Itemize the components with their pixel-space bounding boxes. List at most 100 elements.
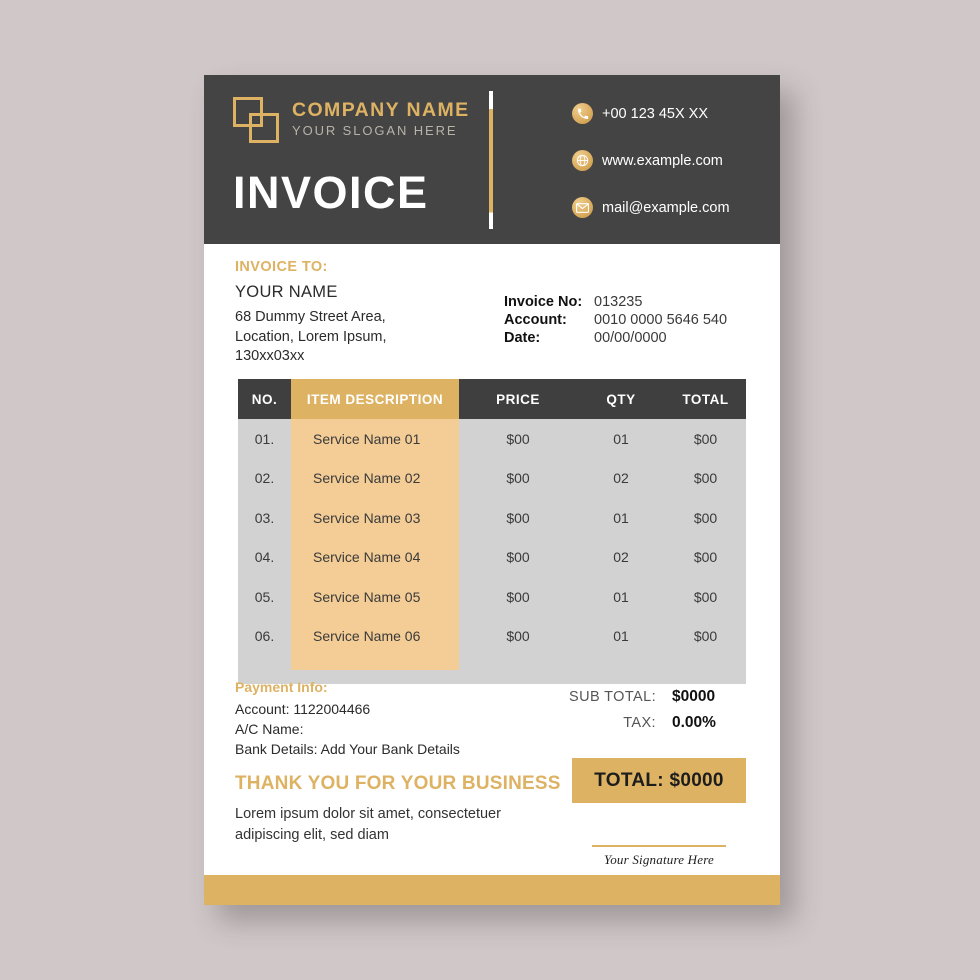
cell-description: Service Name 04 [291, 537, 459, 577]
bill-to-title: INVOICE TO: [235, 259, 328, 275]
thank-you-block: THANK YOU FOR YOUR BUSINESS Lorem ipsum … [235, 773, 565, 845]
cell-price: $00 [506, 509, 530, 526]
envelope-icon [572, 197, 593, 218]
cell-price: $00 [506, 430, 530, 447]
invoice-meta-block: Invoice No: 013235 Account: 0010 0000 56… [504, 294, 727, 346]
contact-website-text: www.example.com [602, 152, 723, 169]
table-body: 01. Service Name 01 $00 01 $00 02. Servi… [238, 419, 746, 684]
logo-square-bottom-right [249, 113, 279, 143]
bill-to-address-line-3: 130xx03xx [235, 348, 305, 365]
company-name: COMPANY NAME [292, 99, 470, 122]
footer-accent-bar [204, 875, 780, 905]
thank-you-title: THANK YOU FOR YOUR BUSINESS [235, 773, 561, 794]
line-items-table: NO. ITEM DESCRIPTION PRICE QTY TOTAL 01.… [238, 379, 746, 684]
cell-no: 06. [254, 628, 275, 645]
cell-description: Service Name 03 [291, 498, 459, 538]
invoice-no-label: Invoice No: [504, 294, 583, 310]
filler-total [665, 656, 746, 670]
contact-phone-text: +00 123 45X XX [602, 105, 709, 122]
cell-description: Service Name 06 [291, 616, 459, 656]
table-row[interactable]: 01. Service Name 01 $00 01 $00 [238, 419, 746, 459]
cell-description: Service Name 05 [291, 577, 459, 617]
payment-info-title: Payment Info: [235, 679, 328, 695]
cell-qty: 01 [613, 430, 629, 447]
filler-price [459, 656, 577, 670]
cell-no: 05. [254, 588, 275, 605]
bill-to-address: 68 Dummy Street Area, Location, Lorem Ip… [235, 308, 485, 367]
phone-icon [572, 103, 593, 124]
table-row[interactable]: 04. Service Name 04 $00 02 $00 [238, 537, 746, 577]
thank-you-line-1: Lorem ipsum dolor sit amet, consectetuer [235, 806, 501, 822]
cell-description: Service Name 01 [291, 419, 459, 459]
column-header-description: ITEM DESCRIPTION [291, 379, 459, 419]
signature-block: Your Signature Here [592, 845, 726, 868]
cell-total: $00 [693, 470, 718, 487]
thank-you-body: Lorem ipsum dolor sit amet, consectetuer… [235, 804, 565, 845]
filler-no [238, 656, 291, 670]
cell-qty: 02 [613, 549, 629, 566]
cell-price: $00 [506, 588, 530, 605]
cell-qty: 01 [613, 588, 629, 605]
column-header-no: NO. [251, 391, 278, 407]
tax-row: TAX: 0.00% [534, 714, 746, 732]
cell-no: 02. [254, 470, 275, 487]
invoice-no-value: 013235 [594, 294, 643, 310]
payment-info-block: Payment Info: Account: 1122004466 A/C Na… [235, 679, 525, 760]
column-header-total: TOTAL [682, 391, 729, 407]
date-label: Date: [504, 330, 541, 346]
table-row[interactable]: 05. Service Name 05 $00 01 $00 [238, 577, 746, 617]
table-row[interactable]: 06. Service Name 06 $00 01 $00 [238, 616, 746, 656]
cell-total: $00 [693, 430, 718, 447]
cell-no: 01. [254, 430, 275, 447]
company-logo-text: COMPANY NAME YOUR SLOGAN HERE [292, 99, 470, 141]
page-title: INVOICE [233, 167, 429, 218]
company-slogan: YOUR SLOGAN HERE [292, 123, 458, 139]
cell-price: $00 [506, 549, 530, 566]
table-row[interactable]: 02. Service Name 02 $00 02 $00 [238, 458, 746, 498]
totals-block: SUB TOTAL: $0000 TAX: 0.00% [534, 688, 746, 740]
table-row[interactable]: 03. Service Name 03 $00 01 $00 [238, 498, 746, 538]
cell-no: 03. [254, 509, 275, 526]
cell-total: $00 [693, 509, 718, 526]
cell-description: Service Name 02 [291, 458, 459, 498]
thank-you-line-2: adipiscing elit, sed diam [235, 826, 389, 843]
column-header-qty: QTY [606, 391, 636, 407]
cell-total: $00 [693, 628, 718, 645]
invoice-document: COMPANY NAME YOUR SLOGAN HERE INVOICE +0… [204, 75, 780, 905]
account-value: 0010 0000 5646 540 [594, 312, 728, 328]
column-header-price: PRICE [496, 391, 540, 407]
bill-to-name: YOUR NAME [235, 283, 338, 301]
cell-qty: 01 [613, 509, 629, 526]
contact-list: +00 123 45X XX www.example.com mail@exam… [572, 103, 730, 218]
filler-description [291, 656, 459, 670]
contact-website[interactable]: www.example.com [572, 150, 730, 171]
header-vertical-divider [489, 91, 493, 229]
two-overlapping-squares-logo-icon [233, 97, 279, 143]
cell-qty: 02 [613, 470, 629, 487]
tax-value: 0.00% [672, 714, 716, 731]
table-header-row: NO. ITEM DESCRIPTION PRICE QTY TOTAL [238, 379, 746, 419]
date-value: 00/00/0000 [594, 330, 667, 346]
contact-email[interactable]: mail@example.com [572, 197, 730, 218]
bill-to-address-line-1: 68 Dummy Street Area, [235, 309, 386, 325]
globe-icon [572, 150, 593, 171]
cell-no: 04. [254, 549, 275, 566]
company-logo-block[interactable]: COMPANY NAME YOUR SLOGAN HERE [233, 97, 470, 143]
filler-qty [577, 656, 665, 670]
tax-label: TAX: [623, 715, 656, 731]
payment-info-ac-name: A/C Name: [235, 720, 304, 737]
cell-price: $00 [506, 470, 530, 487]
contact-phone[interactable]: +00 123 45X XX [572, 103, 730, 124]
invoice-header: COMPANY NAME YOUR SLOGAN HERE INVOICE +0… [204, 75, 780, 244]
sub-total-row: SUB TOTAL: $0000 [534, 688, 746, 706]
payment-info-bank-details: Bank Details: Add Your Bank Details [235, 740, 460, 757]
grand-total-badge: TOTAL: $0000 [572, 758, 746, 803]
bill-to-block: INVOICE TO: YOUR NAME 68 Dummy Street Ar… [235, 259, 485, 367]
cell-qty: 01 [613, 628, 629, 645]
table-bottom-filler [238, 656, 746, 670]
bill-to-address-line-2: Location, Lorem Ipsum, [235, 328, 387, 345]
sub-total-value: $0000 [672, 688, 716, 705]
account-label: Account: [504, 312, 567, 328]
sub-total-label: SUB TOTAL: [569, 689, 656, 705]
cell-total: $00 [693, 588, 718, 605]
